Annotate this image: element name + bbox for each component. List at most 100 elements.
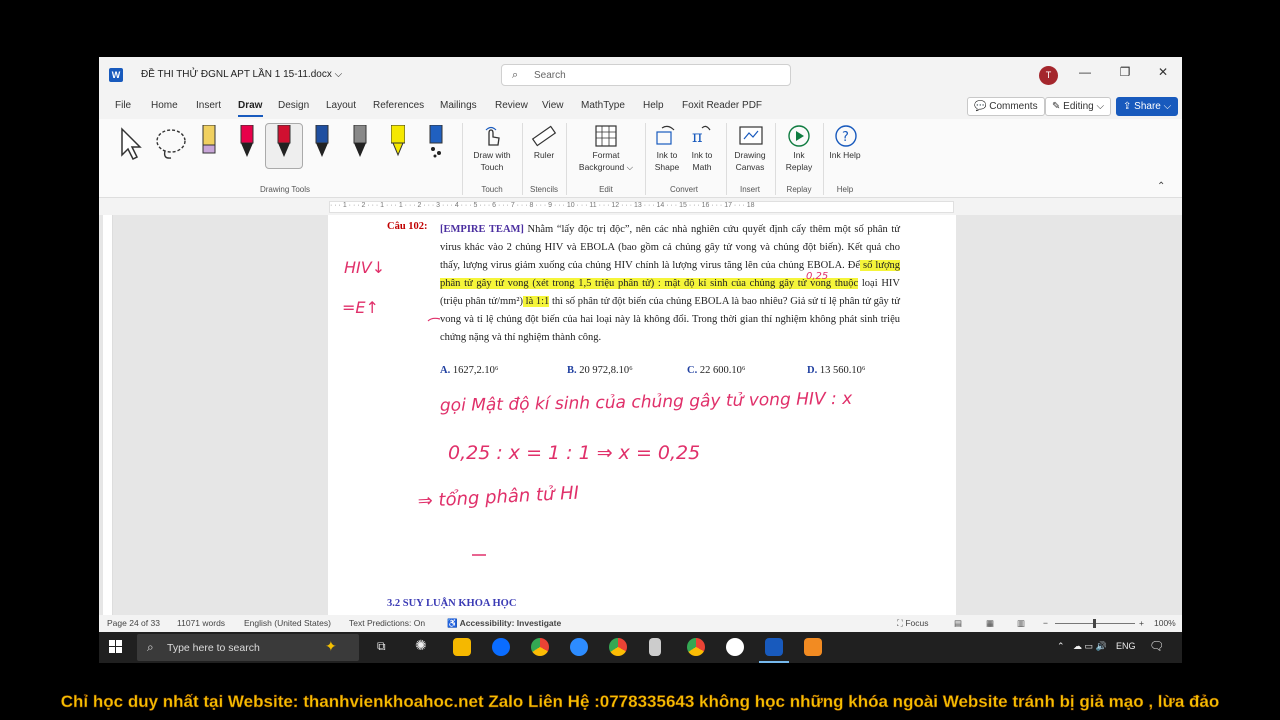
notification-icon[interactable]: 🗨 [1149, 639, 1164, 653]
ink-hiv-down: HIV↓ [344, 258, 385, 277]
tab-mailings[interactable]: Mailings [440, 100, 477, 111]
taskbar-search-placeholder: Type here to search [167, 642, 260, 654]
pen-blue-icon[interactable] [315, 125, 329, 159]
status-bar: Page 24 of 33 11071 words English (Unite… [99, 615, 1182, 631]
ink-to-shape-button[interactable]: Ink to Shape [649, 149, 685, 173]
active-tab-indicator [238, 115, 263, 117]
document-title[interactable]: ĐỀ THI THỬ ĐGNL APT LẦN 1 15-11.docx ⌵ [141, 69, 342, 80]
close-icon[interactable]: ✕ [1153, 65, 1173, 79]
restore-icon[interactable]: ❐ [1115, 65, 1135, 79]
tab-home[interactable]: Home [151, 100, 178, 111]
pen-crimson-icon[interactable] [277, 125, 291, 159]
tab-file[interactable]: File [115, 100, 131, 111]
ink-help-button[interactable]: Ink Help [827, 149, 863, 161]
tab-help[interactable]: Help [643, 100, 664, 111]
tab-references[interactable]: References [373, 100, 424, 111]
ink-to-math-button[interactable]: Ink to Math [685, 149, 719, 173]
ink-to-shape-icon [656, 125, 675, 145]
orange-app-icon[interactable] [804, 638, 822, 656]
ruler-button[interactable]: Ruler [525, 149, 563, 161]
group-label-stencils: Stencils [529, 185, 558, 194]
zalo-icon[interactable] [492, 638, 510, 656]
galaxy-pen-icon[interactable] [429, 125, 443, 159]
tab-design[interactable]: Design [278, 100, 309, 111]
group-label-convert: Convert [669, 185, 698, 194]
draw-with-touch-button[interactable]: Draw with Touch [465, 149, 519, 173]
draw-with-touch-icon [485, 126, 500, 146]
vertical-ruler[interactable] [103, 215, 113, 615]
section-heading: 3.2 SUY LUẬN KHOA HỌC [387, 598, 517, 609]
drawing-canvas-icon [739, 126, 763, 145]
zoom-level[interactable]: 100% [1154, 618, 1176, 628]
tab-insert[interactable]: Insert [196, 100, 221, 111]
tab-review[interactable]: Review [495, 100, 528, 111]
horizontal-ruler[interactable]: · · · 1 · · · 2 · · · 1 · · · 1 · · · 2 … [329, 201, 954, 213]
minimize-icon[interactable]: — [1075, 65, 1095, 79]
search-input[interactable]: ⌕ Search [501, 64, 791, 86]
ribbon-separator [645, 123, 646, 195]
task-view-icon[interactable]: ⧉ [377, 639, 386, 654]
brightness-icon[interactable]: ✺ [415, 637, 427, 654]
share-button[interactable]: ⇪ Share ⌵ [1116, 97, 1179, 116]
chrome-alt-icon[interactable] [687, 638, 705, 656]
zoom-out-icon[interactable]: − [1043, 618, 1048, 628]
chrome-profile-icon[interactable] [609, 638, 627, 656]
collapse-ribbon-icon[interactable]: ⌃ [1157, 181, 1165, 192]
highlighter-yellow-icon[interactable] [391, 125, 405, 159]
tab-layout[interactable]: Layout [326, 100, 356, 111]
tab-mathtype[interactable]: MathType [581, 100, 625, 111]
active-app-indicator [759, 661, 789, 663]
file-explorer-icon[interactable] [453, 638, 471, 656]
language-indicator[interactable]: English (United States) [244, 618, 331, 628]
pencil-pen-icon[interactable] [202, 125, 216, 159]
group-label-touch: Touch [481, 185, 503, 194]
ink-to-math-icon: π [692, 125, 711, 146]
phone-link-icon[interactable] [649, 638, 661, 656]
avatar[interactable]: T [1039, 66, 1058, 85]
drawing-canvas-button[interactable]: Drawing Canvas [729, 149, 771, 173]
pen-red-icon[interactable] [240, 125, 254, 159]
read-mode-icon[interactable]: ▤ [954, 618, 962, 629]
focus-button[interactable]: ⛶ Focus [897, 618, 928, 629]
ink-replay-button[interactable]: Ink Replay [779, 149, 819, 173]
word-logo-icon: W [109, 68, 123, 82]
ribbon-separator [462, 123, 463, 195]
windows-taskbar: ⌕ Type here to search ✦ ⧉ ✺ ⌃ ☁ ▭ 🔊 ENG … [99, 632, 1182, 663]
text-predictions[interactable]: Text Predictions: On [349, 618, 425, 628]
tray-up-arrow-icon[interactable]: ⌃ [1057, 641, 1065, 652]
zoom-in-icon[interactable]: + [1139, 618, 1144, 628]
accessibility-status[interactable]: ♿ Accessibility: Investigate [447, 618, 561, 629]
editing-button[interactable]: ✎ Editing ⌵ [1045, 97, 1112, 116]
ink-line-3: ⇒ tổng phân tử HI [417, 483, 579, 512]
comments-button[interactable]: 💬 Comments [967, 97, 1045, 116]
word-taskbar-icon[interactable] [765, 638, 783, 656]
language-indicator-taskbar[interactable]: ENG [1116, 641, 1136, 651]
ribbon-separator [775, 123, 776, 195]
tray-icons[interactable]: ☁ ▭ 🔊 [1073, 641, 1107, 652]
select-pointer-icon[interactable] [119, 127, 145, 161]
document-page[interactable]: Câu 102: [EMPIRE TEAM] Nhằm “lấy độc trị… [328, 215, 956, 615]
pen-gray-icon[interactable] [353, 125, 367, 159]
zoom-slider-thumb[interactable] [1093, 619, 1096, 628]
word-count[interactable]: 11071 words [177, 618, 225, 628]
ink-line-2: 0,25 : x = 1 : 1 ⇒ x = 0,25 [448, 442, 700, 464]
page-indicator[interactable]: Page 24 of 33 [107, 618, 160, 628]
tab-view[interactable]: View [542, 100, 564, 111]
ink-replay-icon [788, 125, 810, 147]
web-layout-icon[interactable]: ▥ [1017, 618, 1025, 629]
focus-label: Focus [905, 618, 929, 628]
tab-foxit[interactable]: Foxit Reader PDF [682, 100, 762, 111]
tab-draw[interactable]: Draw [238, 100, 262, 111]
app-w-icon[interactable] [726, 638, 744, 656]
print-layout-icon[interactable]: ▦ [986, 618, 994, 629]
search-icon: ⌕ [147, 640, 154, 654]
format-background-button[interactable]: Format Background ⌵ [573, 149, 639, 173]
search-icon: ⌕ [512, 69, 519, 81]
windows-start-icon[interactable] [109, 640, 123, 654]
zoom-slider[interactable] [1055, 619, 1135, 628]
share-label: Share ⌵ [1134, 101, 1172, 112]
lasso-select-icon[interactable] [153, 127, 189, 161]
zoom-app-icon[interactable] [570, 638, 588, 656]
group-label-insert: Insert [739, 185, 760, 194]
chrome-icon[interactable] [531, 638, 549, 656]
